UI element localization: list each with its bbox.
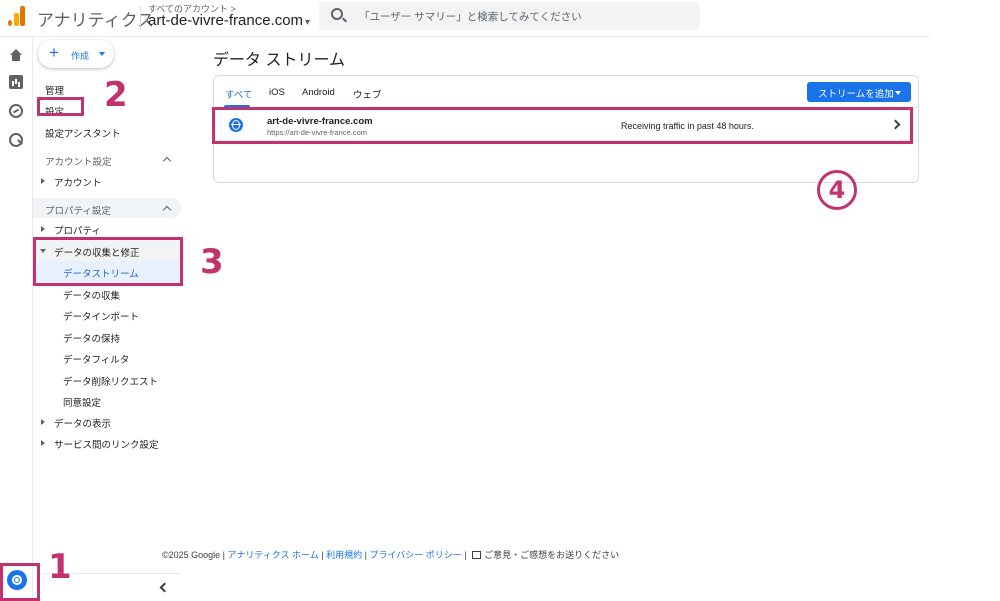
nav-property[interactable]: プロパティ: [54, 223, 101, 237]
property-name: art-de-vivre-france.com: [148, 12, 304, 29]
property-selector[interactable]: art-de-vivre-france.com ▾: [148, 12, 310, 29]
page-title: データ ストリーム: [213, 52, 345, 69]
top-header: アナリティクス すべてのアカウント > art-de-vivre-france.…: [0, 0, 1000, 36]
create-button[interactable]: + 作成: [38, 40, 114, 68]
caret-down-icon: [895, 91, 901, 95]
nav-data-display[interactable]: データの表示: [54, 416, 111, 430]
nav-data-collection-modification[interactable]: データの収集と修正: [54, 245, 140, 259]
expand-arrow-icon: [41, 440, 45, 446]
header-divider: [140, 6, 141, 30]
collapse-nav-icon[interactable]: [159, 582, 170, 593]
add-stream-button[interactable]: ストリームを追加: [807, 82, 911, 102]
analytics-logo-icon[interactable]: [8, 6, 26, 26]
footer: ©2025 Google | アナリティクス ホーム | 利用規約 | プライバ…: [162, 548, 619, 561]
stream-tabs: すべて iOS Android ウェブ ストリームを追加: [214, 76, 918, 108]
active-tab-indicator: [224, 105, 250, 108]
search-input[interactable]: 「ユーザー サマリー」と検索してみてください: [319, 2, 700, 30]
footer-privacy-link[interactable]: プライバシー ポリシー: [369, 550, 461, 560]
nav-settings[interactable]: 設定: [45, 104, 64, 118]
nav-consent-settings[interactable]: 同意設定: [63, 395, 101, 409]
create-label: 作成: [71, 51, 90, 61]
footer-separator: |: [461, 550, 470, 560]
caret-down-icon: ▾: [305, 17, 311, 28]
nav-data-streams-label: データストリーム: [63, 269, 139, 280]
nav-admin[interactable]: 管理: [45, 83, 64, 97]
add-stream-label: ストリームを追加: [818, 89, 894, 100]
nav-data-import[interactable]: データインポート: [63, 309, 139, 323]
data-streams-card: すべて iOS Android ウェブ ストリームを追加 art-de-vivr…: [213, 75, 919, 183]
nav-data-filters[interactable]: データフィルタ: [63, 352, 129, 366]
nav-setup-assistant[interactable]: 設定アシスタント: [45, 126, 121, 140]
property-settings-label: プロパティ設定: [45, 206, 111, 217]
explore-icon[interactable]: [9, 104, 23, 118]
account-settings-label: アカウント設定: [45, 157, 112, 168]
nav-data-retention[interactable]: データの保持: [63, 331, 120, 345]
nav-data-collection[interactable]: データの収集: [63, 288, 120, 302]
app-name: アナリティクス: [37, 11, 155, 30]
tab-web[interactable]: ウェブ: [353, 87, 382, 101]
stream-name: art-de-vivre-france.com: [267, 116, 373, 127]
advertising-icon[interactable]: [9, 133, 23, 147]
admin-nav: + 作成 管理 設定 設定アシスタント アカウント設定 アカウント プロパティ設…: [33, 37, 185, 601]
annotation-number-3: 3: [200, 242, 224, 282]
reports-icon[interactable]: [9, 75, 23, 89]
annotation-number-1: 1: [48, 547, 72, 587]
admin-gear-icon[interactable]: [7, 570, 27, 590]
annotation-number-2: 2: [104, 75, 128, 115]
search-placeholder: 「ユーザー サマリー」と検索してみてください: [359, 11, 582, 23]
footer-terms-link[interactable]: 利用規約: [326, 550, 362, 560]
expand-arrow-icon: [41, 226, 45, 232]
tab-ios[interactable]: iOS: [269, 87, 285, 98]
globe-icon: [229, 118, 243, 132]
stream-row[interactable]: art-de-vivre-france.com https://art-de-v…: [214, 109, 918, 141]
left-rail: [0, 37, 33, 601]
footer-feedback-link[interactable]: ご意見・ご感想をお送りください: [484, 550, 619, 560]
feedback-icon: [472, 551, 482, 559]
expand-arrow-icon: [41, 178, 45, 184]
footer-separator: |: [318, 550, 327, 560]
home-icon[interactable]: [9, 49, 23, 63]
tab-all[interactable]: すべて: [225, 87, 252, 101]
nav-product-links[interactable]: サービス間のリンク設定: [54, 437, 159, 451]
main-content: データ ストリーム すべて iOS Android ウェブ ストリームを追加 a…: [185, 37, 930, 601]
search-icon: [331, 8, 343, 20]
caret-down-icon: [99, 52, 105, 56]
footer-copyright: ©2025 Google |: [162, 550, 228, 560]
annotation-number-4: 4: [817, 170, 857, 210]
expand-arrow-icon: [41, 419, 45, 425]
tab-android[interactable]: Android: [302, 87, 335, 98]
chevron-right-icon: [890, 119, 901, 130]
footer-analytics-home-link[interactable]: アナリティクス ホーム: [228, 550, 319, 560]
collapse-arrow-icon: [40, 249, 46, 253]
plus-icon: +: [49, 43, 59, 62]
nav-account[interactable]: アカウント: [54, 175, 102, 189]
nav-data-deletion-requests[interactable]: データ削除リクエスト: [63, 374, 158, 388]
nav-data-streams[interactable]: データストリーム: [33, 261, 181, 283]
stream-url: https://art-de-vivre-france.com: [267, 128, 368, 137]
stream-status: Receiving traffic in past 48 hours.: [621, 121, 754, 131]
